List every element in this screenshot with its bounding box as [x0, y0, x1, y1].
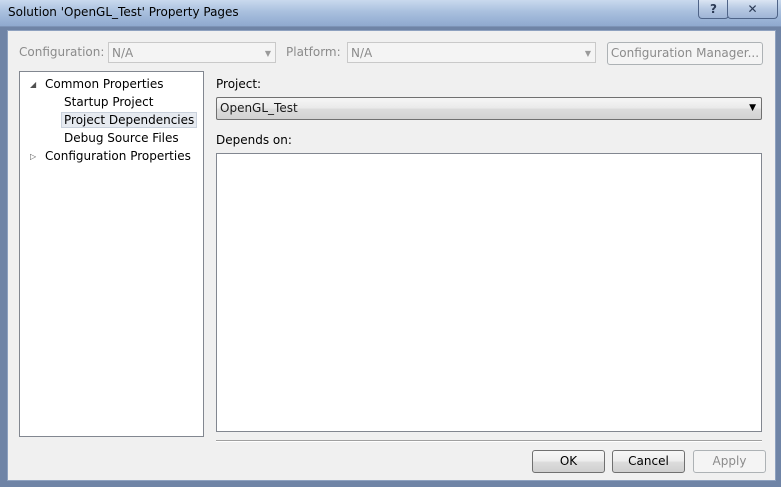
configuration-value: N/A	[112, 46, 134, 60]
collapse-icon[interactable]: ◢	[30, 80, 36, 89]
depends-on-label: Depends on:	[216, 133, 292, 147]
expand-icon[interactable]: ▷	[30, 152, 36, 161]
divider	[216, 440, 762, 442]
tree-item-startup-project[interactable]: Startup Project	[64, 95, 153, 109]
help-icon: ?	[710, 2, 717, 16]
property-tree[interactable]: ◢ Common Properties Startup Project Proj…	[19, 71, 204, 437]
chevron-down-icon: ▼	[264, 49, 271, 58]
chevron-down-icon: ▼	[584, 49, 591, 58]
tree-item-project-dependencies[interactable]: Project Dependencies	[61, 112, 198, 128]
platform-label: Platform:	[286, 45, 341, 59]
project-value: OpenGL_Test	[220, 101, 298, 115]
ok-button[interactable]: OK	[532, 450, 605, 473]
configuration-manager-button[interactable]: Configuration Manager...	[607, 42, 763, 65]
cancel-button[interactable]: Cancel	[612, 450, 685, 473]
title-bar[interactable]: Solution 'OpenGL_Test' Property Pages ? …	[0, 0, 781, 27]
project-label: Project:	[216, 77, 262, 91]
platform-value: N/A	[351, 46, 373, 60]
apply-button[interactable]: Apply	[693, 450, 766, 473]
configuration-label: Configuration:	[19, 45, 105, 59]
project-dropdown[interactable]: OpenGL_Test ▼	[216, 97, 762, 120]
tree-item-debug-source-files[interactable]: Debug Source Files	[64, 131, 179, 145]
tree-item-common-properties[interactable]: Common Properties	[45, 77, 164, 91]
help-button[interactable]: ?	[698, 0, 729, 19]
chevron-down-icon: ▼	[749, 103, 756, 113]
close-button[interactable]: ✕	[727, 0, 778, 19]
tree-item-configuration-properties[interactable]: Configuration Properties	[45, 149, 191, 163]
close-icon: ✕	[747, 2, 758, 16]
platform-dropdown[interactable]: N/A ▼	[347, 42, 596, 63]
dialog-body: Configuration: N/A ▼ Platform: N/A ▼ Con…	[7, 30, 776, 481]
configuration-dropdown[interactable]: N/A ▼	[108, 42, 276, 63]
depends-on-list[interactable]	[216, 153, 762, 432]
window-title: Solution 'OpenGL_Test' Property Pages	[8, 5, 239, 19]
